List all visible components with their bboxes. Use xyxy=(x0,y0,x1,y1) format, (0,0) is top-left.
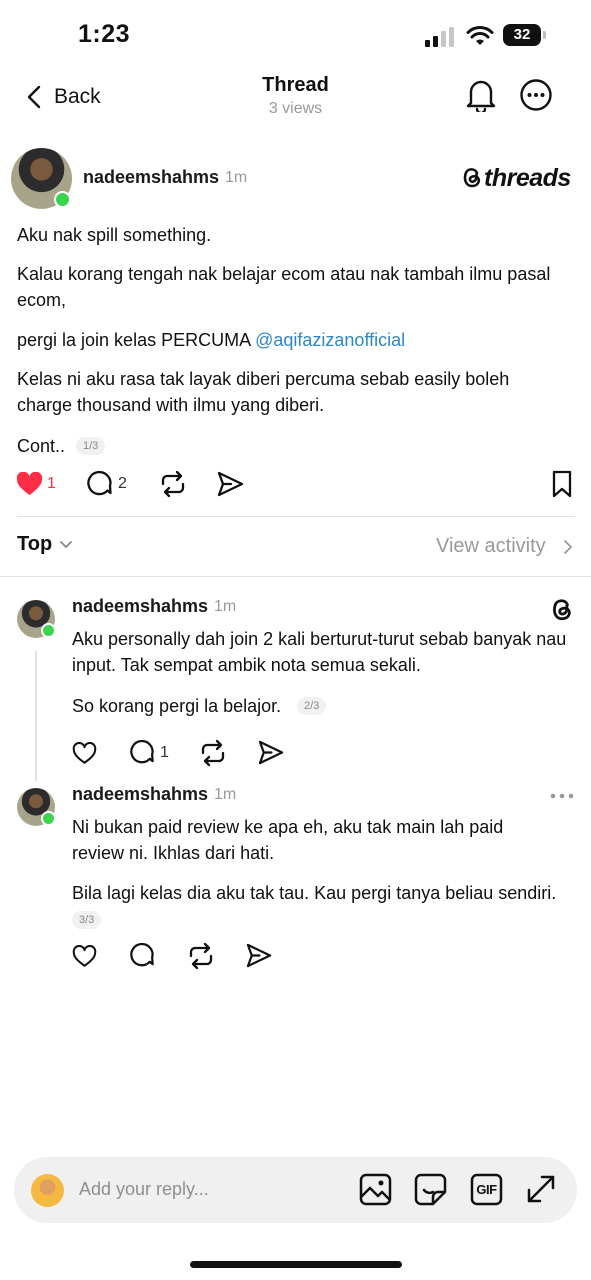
divider xyxy=(17,516,575,517)
thread-pager-badge: 2/3 xyxy=(297,697,327,715)
signal-icon xyxy=(425,27,454,47)
post-paragraph: Aku nak spill something. xyxy=(17,225,212,245)
reply-time: 1m xyxy=(214,598,237,615)
reply-count: 2 xyxy=(118,475,127,492)
online-indicator xyxy=(54,191,71,208)
reply-paragraph: Aku personally dah join 2 kali berturut-… xyxy=(72,629,567,675)
join-text: pergi la join kelas PERCUMA xyxy=(17,330,256,350)
sort-label: Top xyxy=(17,533,53,555)
gif-label: GIF xyxy=(476,1182,497,1197)
threads-logo-icon xyxy=(553,599,571,621)
reply-paragraph: So korang pergi la belajor. xyxy=(72,696,282,716)
composer-avatar xyxy=(31,1174,64,1207)
share-icon[interactable] xyxy=(246,943,272,968)
reply-username[interactable]: nadeemshahms xyxy=(72,784,208,805)
status-time: 1:23 xyxy=(78,20,131,48)
online-indicator xyxy=(41,623,56,638)
share-icon[interactable] xyxy=(258,740,284,765)
reply-time: 1m xyxy=(214,786,237,803)
chevron-down-icon[interactable] xyxy=(59,540,73,550)
reply-paragraph: Ni bukan paid review ke apa eh, aku tak … xyxy=(72,817,504,863)
heart-icon[interactable] xyxy=(72,945,97,968)
repost-icon[interactable] xyxy=(199,739,227,767)
bookmark-icon[interactable] xyxy=(551,470,573,498)
thread-connector-line xyxy=(35,651,37,781)
sort-dropdown[interactable]: Top xyxy=(17,533,87,561)
post-cont-text: Cont.. xyxy=(17,436,66,456)
chevron-right-icon[interactable] xyxy=(563,539,573,555)
heart-icon[interactable] xyxy=(16,472,43,496)
view-activity-link[interactable]: View activity xyxy=(436,535,546,558)
like-count: 1 xyxy=(47,475,56,492)
post-username[interactable]: nadeemshahms xyxy=(83,167,219,188)
expand-icon[interactable] xyxy=(525,1173,557,1205)
online-indicator xyxy=(41,811,56,826)
thread-pager-badge: 3/3 xyxy=(72,911,102,929)
reply-paragraph: Bila lagi kelas dia aku tak tau. Kau per… xyxy=(72,883,557,903)
reply-username[interactable]: nadeemshahms xyxy=(72,596,208,617)
divider xyxy=(0,576,591,577)
gif-icon[interactable]: GIF xyxy=(470,1173,503,1206)
comment-icon[interactable] xyxy=(130,943,156,969)
views-count: 3 views xyxy=(268,100,323,117)
repost-icon[interactable] xyxy=(159,470,187,498)
mention-link[interactable]: @aqifazizanofficial xyxy=(255,330,405,350)
image-icon[interactable] xyxy=(359,1173,392,1206)
share-icon[interactable] xyxy=(217,471,244,497)
repost-icon[interactable] xyxy=(187,942,215,970)
more-options-icon[interactable] xyxy=(550,791,574,801)
post-paragraph-mention: pergi la join kelas PERCUMA @aqifazizano… xyxy=(17,327,577,353)
battery-indicator: 32 xyxy=(503,24,541,46)
reply-input[interactable]: Add your reply... xyxy=(79,1179,209,1200)
threads-brand-wordmark: threads xyxy=(484,164,571,192)
post-paragraph: Kalau korang tengah nak belajar ecom ata… xyxy=(17,264,551,310)
home-indicator xyxy=(190,1261,402,1268)
heart-icon[interactable] xyxy=(72,742,97,765)
comment-icon[interactable] xyxy=(130,740,156,766)
wifi-icon xyxy=(466,26,494,45)
thread-pager-badge: 1/3 xyxy=(76,437,106,455)
threads-logo-icon xyxy=(463,168,481,188)
more-icon[interactable] xyxy=(519,78,553,112)
page-title: Thread xyxy=(262,74,329,96)
reply-count: 1 xyxy=(160,744,169,761)
post-paragraph: Kelas ni aku rasa tak layak diberi percu… xyxy=(17,369,510,415)
comment-icon[interactable] xyxy=(87,471,114,498)
sticker-icon[interactable] xyxy=(414,1173,447,1206)
bell-icon[interactable] xyxy=(465,78,497,112)
post-time: 1m xyxy=(225,169,248,186)
battery-nub xyxy=(543,31,546,39)
